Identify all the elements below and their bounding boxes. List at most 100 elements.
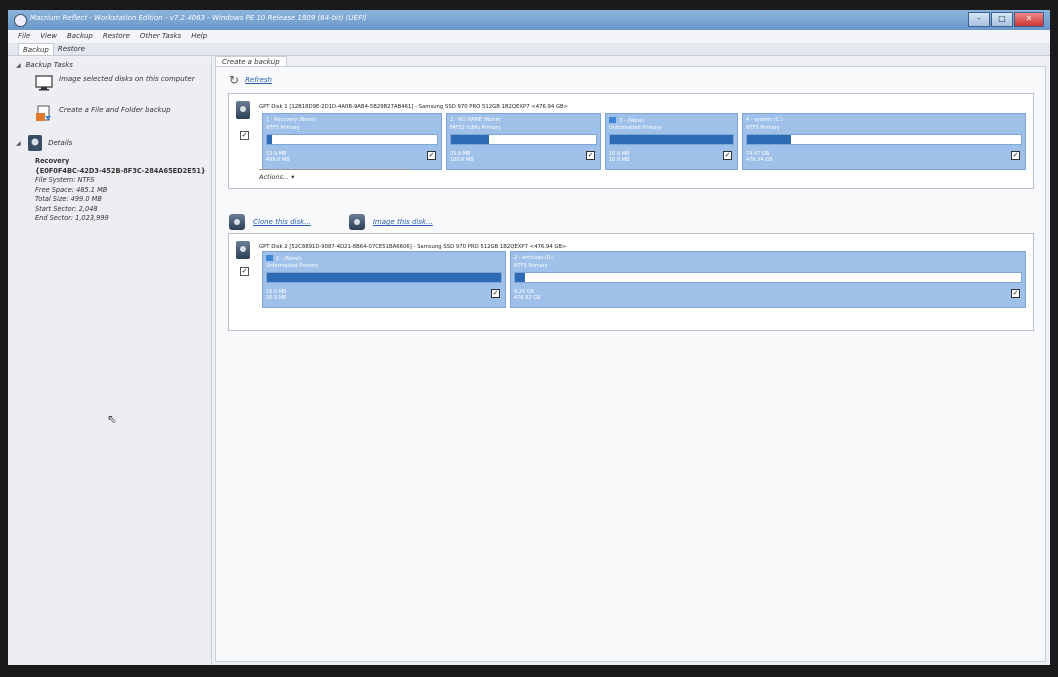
app-icon xyxy=(14,14,27,27)
partition-3[interactable]: 3 - (None) Unformatted Primary 16.0 MB 1… xyxy=(605,113,738,170)
menu-other-tasks[interactable]: Other Tasks xyxy=(140,30,181,43)
tab-restore[interactable]: Restore xyxy=(54,43,89,55)
partition-type: Unformatted Primary xyxy=(609,125,662,131)
menu-help[interactable]: Help xyxy=(191,30,207,43)
refresh-button[interactable]: ↻ Refresh xyxy=(229,74,272,86)
partition-checkbox[interactable]: ✓ xyxy=(586,151,595,160)
partition-2[interactable]: 2 - NO NAME (None) FAT32 (LBA) Primary 2… xyxy=(446,113,601,170)
hard-disk-icon xyxy=(236,101,250,119)
partition-type: FAT32 (LBA) Primary xyxy=(450,125,501,131)
menu-view[interactable]: View xyxy=(40,30,57,43)
partition-1[interactable]: 1 - Recovery (None) NTFS Primary 13.9 MB… xyxy=(262,113,442,170)
main-panel: ↻ Refresh GPT Disk 1 [12B18D9E-2D1D-4A0B… xyxy=(215,66,1046,662)
usage-bar xyxy=(746,134,1022,145)
windows-flag-icon xyxy=(266,255,273,261)
details-filesystem: File System: NTFS xyxy=(35,176,95,184)
partition-4[interactable]: 4 - system (C:) NTFS Primary 74.47 GB 47… xyxy=(742,113,1026,170)
title-bar: Macrium Reflect - Workstation Edition - … xyxy=(8,10,1050,30)
partition-name: 4 - system (C:) xyxy=(746,117,783,123)
usage-fill xyxy=(747,135,791,144)
file-folder-label: Create a File and Folder backup xyxy=(59,106,171,114)
hard-disk-icon xyxy=(236,241,250,259)
refresh-icon: ↻ xyxy=(229,73,240,87)
minimize-button[interactable]: – xyxy=(968,12,990,27)
details-end-sector: End Sector: 1,023,999 xyxy=(35,214,109,222)
partition-2[interactable]: 2 - archives (D:) NTFS Primary 9.20 GB 4… xyxy=(510,251,1026,308)
clone-disk-icon xyxy=(229,214,245,230)
partition-total: 499.0 MB xyxy=(266,157,290,163)
partition-name: 3 - (None) xyxy=(619,118,645,124)
disk-1-panel: GPT Disk 1 [12B18D9E-2D1D-4A0B-9AB4-5B29… xyxy=(228,93,1034,189)
mouse-cursor-icon: ⇖ xyxy=(107,412,118,426)
partition-total: 476.92 GB xyxy=(514,295,541,301)
details-header[interactable]: ◢ Details xyxy=(16,135,72,151)
refresh-link[interactable]: Refresh xyxy=(245,76,272,84)
maximize-button[interactable]: □ xyxy=(991,12,1013,27)
usage-bar xyxy=(266,134,438,145)
backup-tasks-label: Backup Tasks xyxy=(25,61,73,69)
clone-disk-link[interactable]: Clone this disk... xyxy=(253,218,311,226)
window-title: Macrium Reflect - Workstation Edition - … xyxy=(30,14,367,22)
collapse-triangle-icon: ◢ xyxy=(16,140,21,147)
image-disks-task[interactable]: Image selected disks on this computer xyxy=(35,74,195,92)
disk-actions-row: Clone this disk... Image this disk... xyxy=(229,214,433,230)
details-label: Details xyxy=(48,139,73,147)
disk-2-header: GPT Disk 2 [52C8891D-9087-4D21-8B64-07CE… xyxy=(259,244,567,250)
partition-total: 16.0 MB xyxy=(609,157,630,163)
partition-type: Unformatted Primary xyxy=(266,263,319,269)
usage-fill xyxy=(267,273,501,282)
partition-total: 100.0 MB xyxy=(450,157,474,163)
partition-type: NTFS Primary xyxy=(266,125,300,131)
backup-tasks-header[interactable]: ◢ Backup Tasks xyxy=(16,61,73,69)
partition-type: NTFS Primary xyxy=(514,263,548,269)
details-total-size: Total Size: 499.0 MB xyxy=(35,195,102,203)
partition-total: 16.0 MB xyxy=(266,295,287,301)
windows-flag-icon xyxy=(609,117,616,123)
partition-name: 1 - Recovery (None) xyxy=(266,117,316,123)
usage-fill xyxy=(515,273,526,282)
actions-divider xyxy=(259,169,411,170)
window-controls: – □ ✕ xyxy=(967,12,1044,27)
image-disk-link[interactable]: Image this disk... xyxy=(373,218,433,226)
details-free-space: Free Space: 485.1 MB xyxy=(35,185,108,194)
close-button[interactable]: ✕ xyxy=(1014,12,1044,27)
main-tabs: Backup Restore xyxy=(8,43,1050,56)
usage-bar xyxy=(450,134,597,145)
details-guid: {E0F0F4BC-42D3-452B-8F3C-284A65ED2E51} xyxy=(35,166,206,175)
usage-bar xyxy=(266,272,502,283)
partition-name-row: 3 - (None) xyxy=(609,117,644,124)
disk-2-panel: GPT Disk 2 [52C8891D-9087-4D21-8B64-07CE… xyxy=(228,233,1034,331)
file-folder-task[interactable]: Create a File and Folder backup xyxy=(35,105,171,123)
file-backup-icon xyxy=(36,105,51,121)
image-disk-icon xyxy=(348,214,365,230)
details-name: Recovery xyxy=(35,157,70,165)
partition-type: NTFS Primary xyxy=(746,125,780,131)
partition-1[interactable]: 1 - (None) Unformatted Primary 16.0 MB 1… xyxy=(262,251,506,308)
partition-name: 1 - (None) xyxy=(276,256,302,262)
partition-checkbox[interactable]: ✓ xyxy=(427,151,436,160)
actions-dropdown[interactable]: Actions... ▾ xyxy=(259,173,294,181)
partition-checkbox[interactable]: ✓ xyxy=(491,289,500,298)
usage-fill xyxy=(610,135,733,144)
details-start-sector: Start Sector: 2,048 xyxy=(35,204,98,213)
details-info: Recovery {E0F0F4BC-42D3-452B-8F3C-284A65… xyxy=(35,157,206,224)
disk-1-checkbox[interactable]: ✓ xyxy=(240,131,249,140)
screen: Macrium Reflect - Workstation Edition - … xyxy=(8,10,1050,665)
disk-1-header: GPT Disk 1 [12B18D9E-2D1D-4A0B-9AB4-5B29… xyxy=(259,104,569,110)
disk-2-checkbox[interactable]: ✓ xyxy=(240,267,249,276)
partition-checkbox[interactable]: ✓ xyxy=(1011,289,1020,298)
hard-disk-icon xyxy=(27,135,42,151)
partition-name-row: 1 - (None) xyxy=(266,255,301,262)
partition-checkbox[interactable]: ✓ xyxy=(723,151,732,160)
partition-checkbox[interactable]: ✓ xyxy=(1011,151,1020,160)
usage-bar xyxy=(609,134,734,145)
menu-restore[interactable]: Restore xyxy=(103,30,130,43)
menu-backup[interactable]: Backup xyxy=(67,30,93,43)
partition-name: 2 - archives (D:) xyxy=(514,255,555,261)
tab-backup[interactable]: Backup xyxy=(18,43,54,55)
menu-file[interactable]: File xyxy=(18,30,30,43)
usage-fill xyxy=(267,135,273,144)
image-disks-label: Image selected disks on this computer xyxy=(59,75,195,83)
collapse-triangle-icon: ◢ xyxy=(16,62,21,69)
left-panel: ◢ Backup Tasks Image selected disks on th… xyxy=(8,57,212,665)
